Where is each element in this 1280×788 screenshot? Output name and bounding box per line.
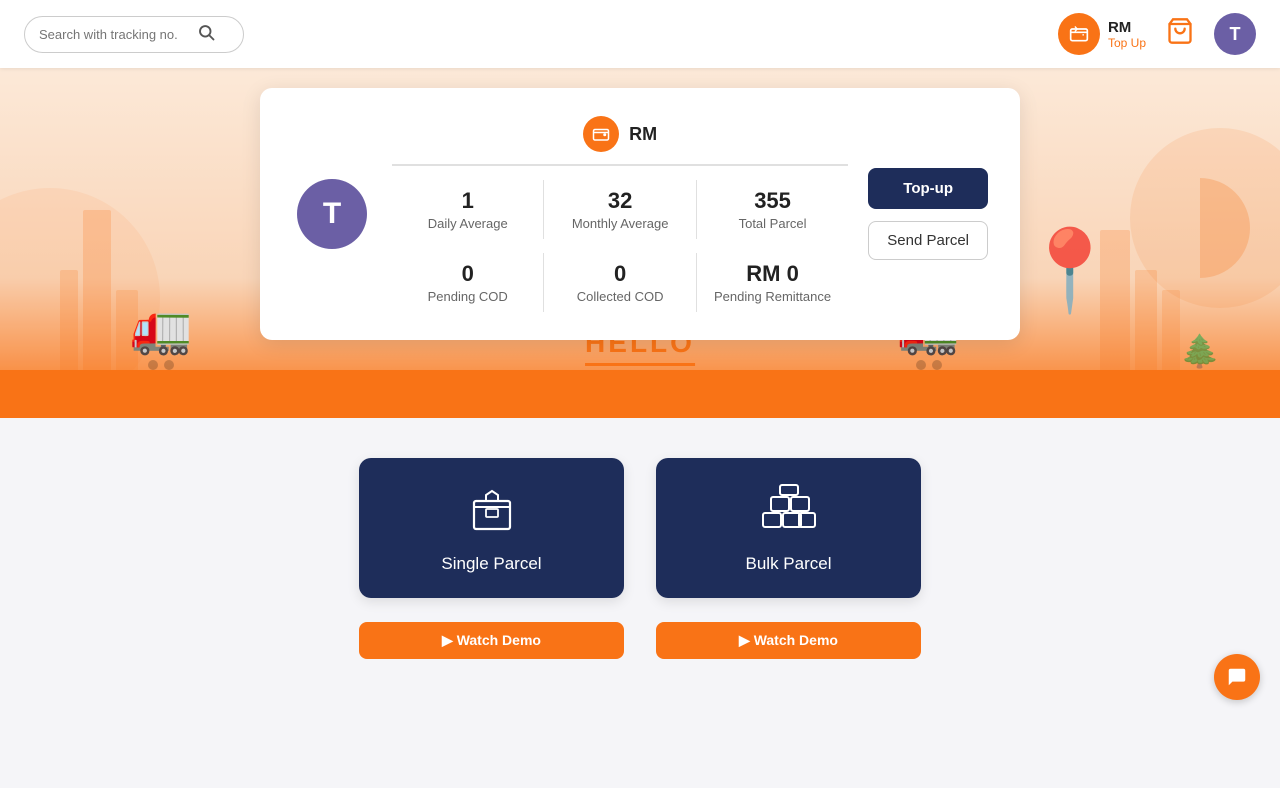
stat-total-parcel: 355 Total Parcel bbox=[697, 180, 848, 239]
card-wallet-amount: RM bbox=[629, 124, 657, 145]
card-center: RM 1 Daily Average 32 Monthly Average 35… bbox=[392, 116, 848, 312]
wallet-text: RM Top Up bbox=[1108, 19, 1146, 50]
tree-right2: 🌲 bbox=[1180, 332, 1220, 370]
bulk-watch-demo-button[interactable]: ▶ Watch Demo bbox=[656, 622, 921, 659]
stat-pending-cod: 0 Pending COD bbox=[392, 253, 544, 312]
truck-left: 🚛 bbox=[130, 299, 192, 370]
main-content: 🌲 🚛 📍 🌲 🌲 🚛 bbox=[0, 68, 1280, 689]
topup-button[interactable]: Top-up bbox=[868, 168, 988, 209]
stats-row-2: 0 Pending COD 0 Collected COD RM 0 Pendi… bbox=[392, 253, 848, 312]
card-right: Top-up Send Parcel bbox=[868, 116, 988, 312]
orange-bar bbox=[0, 370, 1280, 418]
stats-row-1: 1 Daily Average 32 Monthly Average 355 T… bbox=[392, 180, 848, 239]
single-parcel-icon bbox=[466, 483, 518, 540]
card-divider bbox=[392, 164, 848, 166]
bulk-parcel-label: Bulk Parcel bbox=[746, 554, 832, 574]
search-bar[interactable] bbox=[24, 16, 244, 53]
send-parcel-button[interactable]: Send Parcel bbox=[868, 221, 988, 260]
location-pin: 📍 bbox=[1020, 224, 1120, 318]
stat-value-5: 0 bbox=[556, 261, 683, 287]
bottom-section: Single Parcel bbox=[0, 418, 1280, 689]
header-right: RM Top Up T bbox=[1058, 13, 1256, 55]
single-parcel-card[interactable]: Single Parcel bbox=[359, 458, 624, 598]
stat-value-4: 0 bbox=[404, 261, 531, 287]
chat-bubble[interactable] bbox=[1214, 654, 1260, 700]
wallet-icon bbox=[1058, 13, 1100, 55]
stat-pending-remittance: RM 0 Pending Remittance bbox=[697, 253, 848, 312]
stat-monthly-average: 32 Monthly Average bbox=[544, 180, 696, 239]
search-input[interactable] bbox=[39, 27, 189, 42]
hello-underline bbox=[585, 363, 695, 366]
topup-link[interactable]: Top Up bbox=[1108, 36, 1146, 50]
cart-icon[interactable] bbox=[1166, 17, 1194, 52]
stat-value-2: 32 bbox=[556, 188, 683, 214]
stat-label-2: Monthly Average bbox=[556, 216, 683, 231]
stat-label-6: Pending Remittance bbox=[709, 289, 836, 304]
hero-section: 🌲 🚛 📍 🌲 🌲 🚛 bbox=[0, 68, 1280, 418]
wallet-area: RM Top Up bbox=[1058, 13, 1146, 55]
stat-label-3: Total Parcel bbox=[709, 216, 836, 231]
stat-value-3: 355 bbox=[709, 188, 836, 214]
card-wallet-icon bbox=[583, 116, 619, 152]
single-parcel-label: Single Parcel bbox=[441, 554, 541, 574]
dashboard-card: T RM bbox=[260, 88, 1020, 340]
avatar[interactable]: T bbox=[1214, 13, 1256, 55]
bulk-parcel-icon bbox=[761, 483, 817, 540]
card-wallet-row: RM bbox=[392, 116, 848, 152]
card-avatar: T bbox=[297, 179, 367, 249]
stat-collected-cod: 0 Collected COD bbox=[544, 253, 696, 312]
stat-daily-average: 1 Daily Average bbox=[392, 180, 544, 239]
wallet-amount: RM bbox=[1108, 19, 1146, 36]
search-icon bbox=[197, 23, 215, 46]
bulk-parcel-card[interactable]: Bulk Parcel bbox=[656, 458, 921, 598]
stat-value-1: 1 bbox=[404, 188, 531, 214]
single-watch-demo-button[interactable]: ▶ Watch Demo bbox=[359, 622, 624, 659]
header: RM Top Up T bbox=[0, 0, 1280, 68]
stat-label-4: Pending COD bbox=[404, 289, 531, 304]
stat-label-1: Daily Average bbox=[404, 216, 531, 231]
card-left: T bbox=[292, 116, 372, 312]
stat-label-5: Collected COD bbox=[556, 289, 683, 304]
stat-value-6: RM 0 bbox=[709, 261, 836, 287]
parcel-cards-row: Single Parcel bbox=[359, 458, 921, 598]
city-buildings-left bbox=[60, 210, 138, 370]
watch-demo-row: ▶ Watch Demo ▶ Watch Demo bbox=[359, 622, 921, 659]
